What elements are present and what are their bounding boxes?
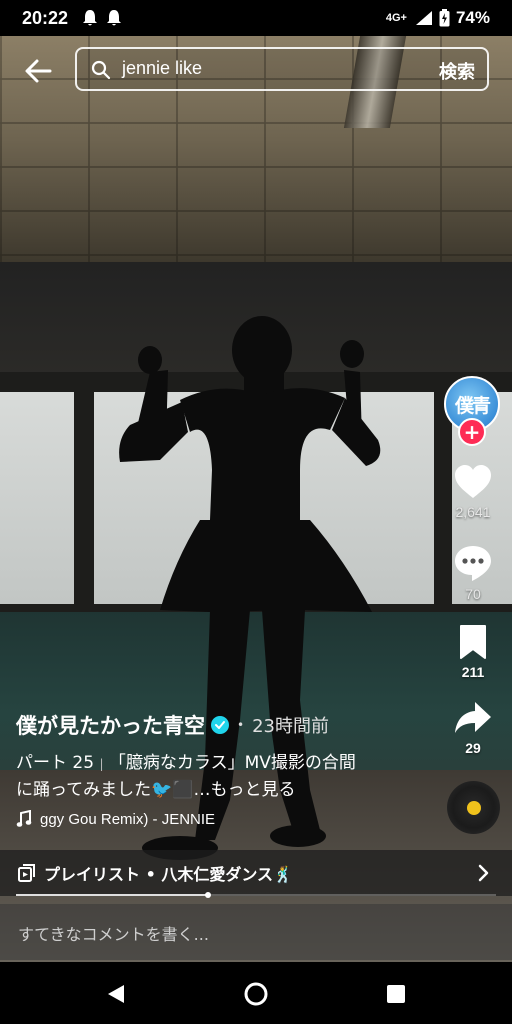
status-bar: 20:22 4G+ 74% [0,0,512,36]
video-progress-bar[interactable] [16,892,496,898]
comment-icon [455,546,491,581]
like-count: 2,641 [455,504,491,520]
playlist-bar[interactable]: プレイリスト • 八木仁愛ダンス🕺 [0,850,512,896]
share-arrow-icon [455,702,491,733]
follow-button[interactable]: + [458,418,486,446]
save-count: 211 [461,664,485,680]
comment-count: 70 [465,586,481,602]
search-button[interactable]: 検索 [439,58,475,84]
music-title: ɡgy Gou Remix) - JENNIE [40,810,216,828]
post-time: 23時間前 [252,716,329,737]
description-divider: | [99,757,104,771]
music-row[interactable]: ɡgy Gou Remix) - JENNIE [16,810,215,828]
progress-knob[interactable] [205,892,211,898]
music-disc[interactable] [447,781,500,834]
top-bar: jennie like 検索 [0,46,512,96]
system-nav-bar [0,962,512,1024]
circle-home-icon [244,982,268,1006]
comment-bar[interactable]: すてきなコメントを書く... [0,904,512,960]
video-description[interactable]: パート 25 | 「臆病なカラス」MV撮影の合間 に踊ってみました🐦⬛…もっと見… [16,750,416,803]
author-name[interactable]: 僕が見たかった青空 [16,710,205,740]
nav-recents-button[interactable] [382,980,410,1008]
share-count: 29 [465,740,481,756]
triangle-back-icon [108,985,124,1003]
battery-percent: 74% [455,8,490,27]
description-line1: 「臆病なカラス」MV撮影の合間 [108,753,356,773]
status-right: 4G+ 74% [386,8,490,28]
bell-icon [83,10,98,26]
see-more-link[interactable]: もっと見る [210,780,295,800]
chevron-right-icon [478,864,489,882]
share-button[interactable]: 29 [442,700,504,756]
back-arrow-icon[interactable] [22,54,56,88]
author-row: 僕が見たかった青空 • 23時間前 [16,710,329,740]
search-box[interactable]: jennie like 検索 [75,47,489,91]
save-button[interactable]: 211 [442,624,504,680]
separator-dot: • [237,718,245,732]
battery-charging-icon [439,9,450,27]
playlist-icon [18,864,35,882]
playlist-label: プレイリスト • 八木仁愛ダンス🕺 [44,865,293,884]
search-icon [91,60,111,80]
network-type: 4G+ [385,12,407,24]
verified-badge-icon [211,716,229,734]
notification-icons [82,9,122,27]
search-input[interactable]: jennie like [122,58,202,79]
like-button[interactable]: 2,641 [442,464,504,520]
status-time: 20:22 [22,7,69,28]
nav-home-button[interactable] [242,980,270,1008]
comment-button[interactable]: 70 [442,544,504,602]
bell-icon [107,10,122,26]
disc-center [466,800,481,815]
comment-input[interactable]: すてきなコメントを書く... [18,921,209,945]
square-recents-icon [387,985,405,1003]
music-note-icon [16,810,32,827]
bookmark-icon [460,625,486,659]
signal-icon [415,11,432,25]
description-part: パート 25 [16,753,95,773]
progress-fill [16,894,208,896]
heart-icon [455,465,491,498]
description-line2: に踊ってみました🐦⬛… [16,780,211,800]
nav-back-button[interactable] [102,980,130,1008]
